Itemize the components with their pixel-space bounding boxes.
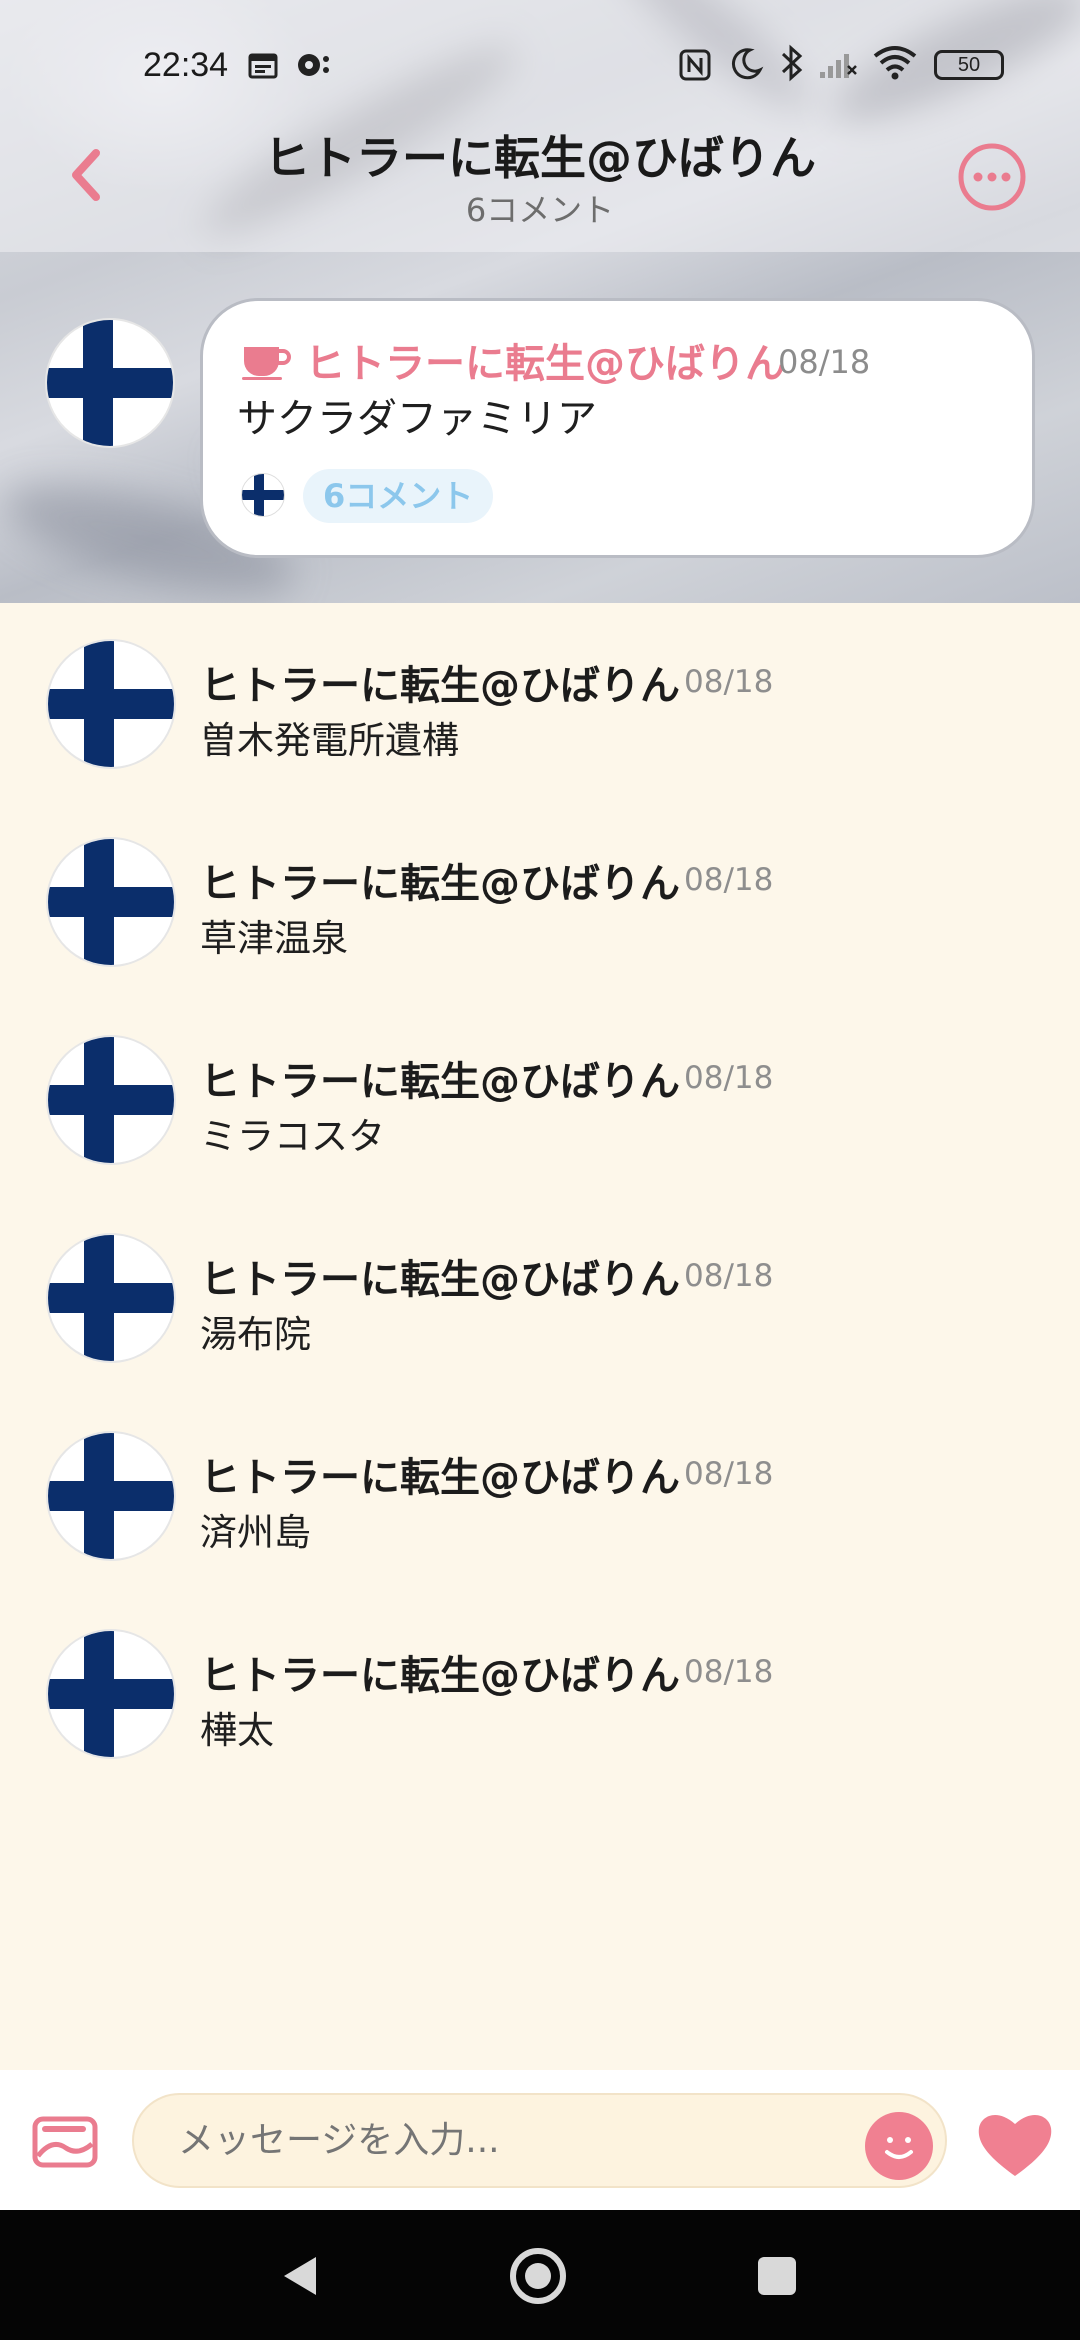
calendar-icon	[248, 53, 278, 79]
message-input[interactable]	[132, 2093, 947, 2188]
comment-date: 08/18	[684, 1654, 774, 1690]
message-input-bar	[0, 2070, 1080, 2210]
comment-text: 湯布院	[200, 1313, 311, 1356]
page-subtitle: 6コメント	[465, 191, 615, 229]
avatar[interactable]	[46, 1035, 176, 1165]
post-card[interactable]: ヒトラーに転生@ひばりん 08/18 サクラダファミリア 6コメント	[200, 298, 1035, 558]
like-button[interactable]	[975, 2110, 1055, 2180]
post-text: サクラダファミリア	[237, 396, 597, 442]
post-author[interactable]: ヒトラーに転生@ひばりん	[305, 331, 785, 389]
music-icon	[298, 54, 329, 76]
comment-text: 草津温泉	[200, 917, 348, 960]
more-button[interactable]	[957, 142, 1027, 212]
nav-back-button[interactable]	[280, 2253, 320, 2299]
comment-date: 08/18	[684, 862, 774, 898]
comment-text: 曽木発電所遺構	[200, 719, 459, 762]
avatar[interactable]	[46, 837, 176, 967]
list-item: ヒトラーに転生@ひばりん 08/18 済州島	[0, 1395, 1080, 1593]
comment-date: 08/18	[684, 664, 774, 700]
wifi-icon	[873, 46, 917, 80]
avatar[interactable]	[46, 1629, 176, 1759]
status-bar: 22:34 50	[0, 36, 1080, 96]
comment-text: 樺太	[200, 1709, 274, 1752]
moon-icon	[731, 48, 764, 80]
comment-author[interactable]: ヒトラーに転生@ひばりん	[200, 851, 680, 909]
page-title: ヒトラーに転生@ひばりん	[264, 131, 816, 185]
avatar[interactable]	[46, 639, 176, 769]
comment-author[interactable]: ヒトラーに転生@ひばりん	[200, 1445, 680, 1503]
comment-author[interactable]: ヒトラーに転生@ひばりん	[200, 1049, 680, 1107]
comment-count-pill[interactable]: 6コメント	[303, 469, 494, 523]
comment-text: 済州島	[200, 1511, 311, 1554]
list-item: ヒトラーに転生@ひばりん 08/18 ミラコスタ	[0, 999, 1080, 1197]
list-item: ヒトラーに転生@ひばりん 08/18 湯布院	[0, 1197, 1080, 1395]
cup-icon	[242, 347, 291, 380]
list-item: ヒトラーに転生@ひばりん 08/18 草津温泉	[0, 801, 1080, 999]
image-button[interactable]	[32, 2116, 98, 2168]
bluetooth-icon	[781, 44, 803, 82]
post-date: 08/18	[778, 343, 871, 381]
image-icon	[32, 2116, 98, 2168]
avatar[interactable]	[46, 1431, 176, 1561]
heart-icon	[978, 2115, 1052, 2176]
emoji-button[interactable]	[865, 2112, 933, 2180]
list-item: ヒトラーに転生@ひばりん 08/18 樺太	[0, 1593, 1080, 1791]
comment-text: ミラコスタ	[200, 1115, 385, 1158]
list-item: ヒトラーに転生@ひばりん 08/18 曽木発電所遺構	[0, 603, 1080, 801]
battery-icon: 50	[934, 50, 1004, 80]
commenter-avatar	[241, 473, 285, 517]
comment-author[interactable]: ヒトラーに転生@ひばりん	[200, 1247, 680, 1305]
nav-home-button[interactable]	[510, 2248, 566, 2304]
nav-recents-button[interactable]	[758, 2257, 796, 2295]
system-nav-bar	[0, 2210, 1080, 2340]
signal-icon	[820, 54, 857, 78]
smiley-icon	[885, 2137, 913, 2159]
comment-date: 08/18	[684, 1060, 774, 1096]
status-time: 22:34	[143, 46, 229, 84]
comment-author[interactable]: ヒトラーに転生@ひばりん	[200, 653, 680, 711]
avatar[interactable]	[46, 1233, 176, 1363]
nfc-icon	[679, 49, 711, 81]
more-dots-icon	[958, 143, 1026, 211]
triangle-back-icon	[284, 2257, 316, 2295]
comment-date: 08/18	[684, 1456, 774, 1492]
comment-author[interactable]: ヒトラーに転生@ひばりん	[200, 1643, 680, 1701]
battery-level: 50	[957, 54, 981, 76]
comment-date: 08/18	[684, 1258, 774, 1294]
avatar[interactable]	[45, 318, 175, 448]
